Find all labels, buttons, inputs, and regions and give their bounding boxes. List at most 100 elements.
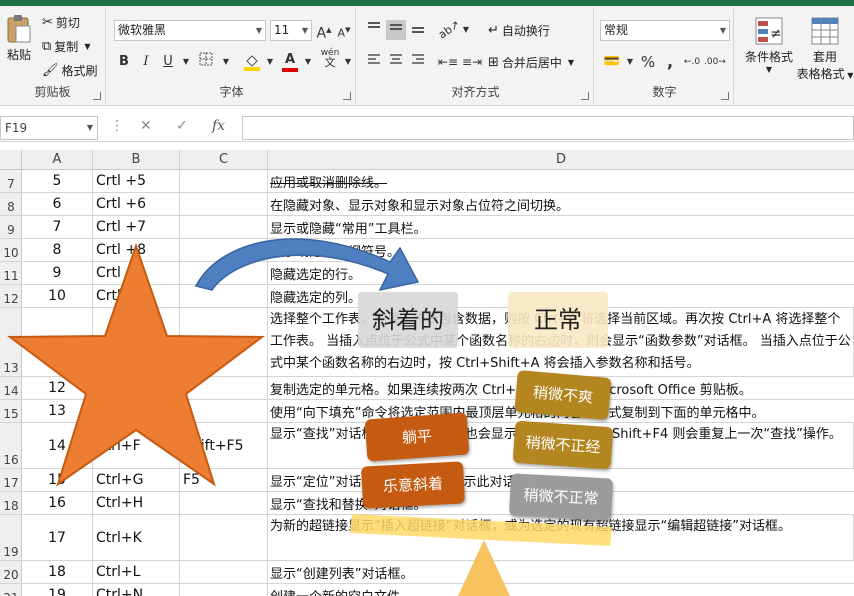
column-header-b[interactable]: B	[93, 150, 180, 170]
increase-decimal-button[interactable]: ←.0	[682, 52, 702, 72]
cell-a[interactable]: 6	[22, 193, 93, 215]
cell-b[interactable]: Crtl +7	[93, 216, 180, 238]
fill-color-dropdown-icon[interactable]: ▼	[260, 52, 280, 72]
cell-c[interactable]	[180, 216, 268, 238]
conditional-format-button[interactable]: ≠ 条件格式 ▼	[740, 16, 798, 74]
number-format-select[interactable]: 常规 ▼	[600, 20, 730, 41]
row-header[interactable]: 12	[0, 285, 22, 307]
cell-c[interactable]	[180, 515, 268, 560]
select-all-corner[interactable]	[0, 150, 22, 170]
borders-button[interactable]	[196, 52, 216, 72]
cell-a[interactable]: 13	[22, 400, 93, 422]
format-as-table-button[interactable]: 套用 表格格式 ▼	[796, 16, 854, 82]
borders-dropdown-icon[interactable]: ▼	[216, 52, 236, 72]
cell-d[interactable]: 创建一个新的空白文件。	[268, 584, 854, 596]
underline-dropdown-icon[interactable]: ▼	[176, 52, 196, 72]
font-launcher-icon[interactable]	[343, 92, 351, 100]
cell-c[interactable]: F5	[180, 469, 268, 491]
align-bottom-button[interactable]	[408, 20, 428, 40]
row-header[interactable]: 16	[0, 423, 22, 468]
cell-b[interactable]: Ctrl+K	[93, 515, 180, 560]
orientation-dropdown-icon[interactable]: ▼	[456, 20, 476, 40]
copy-button[interactable]: ⧉ 复制 ▼	[42, 38, 90, 55]
align-right-button[interactable]	[408, 52, 428, 72]
cell-b[interactable]: Crtl +5	[93, 170, 180, 192]
cell-a[interactable]: 18	[22, 561, 93, 583]
row-header[interactable]: 11	[0, 262, 22, 284]
font-size-select[interactable]: 11 ▼	[270, 20, 312, 41]
cell-d[interactable]: 显示或隐藏“常用”工具栏。	[268, 216, 854, 238]
cell-c[interactable]	[180, 377, 268, 399]
cell-a[interactable]: 8	[22, 239, 93, 261]
italic-button[interactable]: I	[136, 52, 156, 72]
cell-a[interactable]: 10	[22, 285, 93, 307]
cell-d[interactable]: 为新的超链接显示“插入超链接”对话框，或为选定的现有超链接显示“编辑超链接”对话…	[268, 515, 854, 560]
row-header[interactable]: 18	[0, 492, 22, 514]
cell-d[interactable]: 显示“查找和替换”对话框。	[268, 492, 854, 514]
cell-c[interactable]	[180, 492, 268, 514]
cell-d[interactable]: 隐藏选定的行。	[268, 262, 854, 284]
row-header[interactable]: 13	[0, 308, 22, 376]
align-middle-button[interactable]	[386, 20, 406, 40]
orientation-button[interactable]: ab↗	[436, 18, 462, 42]
cell-b[interactable]: Ctrl+L	[93, 561, 180, 583]
cell-c[interactable]	[180, 561, 268, 583]
accounting-format-button[interactable]: 💳	[602, 52, 622, 72]
cell-a[interactable]: 9	[22, 262, 93, 284]
cell-c[interactable]	[180, 193, 268, 215]
cell-d[interactable]: 复制选定的单元格。如果连续按两次 Ctrl+C，则会显示 Microsoft O…	[268, 377, 854, 399]
merge-dropdown-icon[interactable]: ▼	[568, 58, 574, 67]
cell-c[interactable]: Shift+F5	[180, 423, 268, 468]
insert-function-icon[interactable]: fx	[212, 118, 225, 134]
more-options-icon[interactable]: ⋮	[110, 118, 124, 134]
align-top-button[interactable]	[364, 20, 384, 40]
cell-b[interactable]: Ctrl+H	[93, 492, 180, 514]
cell-a[interactable]: 12	[22, 377, 93, 399]
font-color-button[interactable]: A	[280, 50, 300, 72]
accounting-dropdown-icon[interactable]: ▼	[620, 52, 640, 72]
cell-c[interactable]	[180, 239, 268, 261]
row-header[interactable]: 19	[0, 515, 22, 560]
decrease-indent-button[interactable]: ⇤≡	[438, 52, 458, 72]
cell-b[interactable]: Ctrl	[93, 308, 180, 376]
cell-b[interactable]: Ctrl+N	[93, 584, 180, 596]
row-header[interactable]: 20	[0, 561, 22, 583]
align-center-button[interactable]	[386, 52, 406, 72]
merge-center-button[interactable]: ⊞ 合并后居中 ▼	[488, 54, 574, 71]
row-header[interactable]: 15	[0, 400, 22, 422]
paste-button[interactable]: 粘贴	[4, 14, 34, 63]
name-box[interactable]: F19 ▼	[0, 116, 98, 140]
bold-button[interactable]: B	[114, 52, 134, 72]
enter-icon[interactable]: ✓	[176, 118, 188, 134]
shrink-font-button[interactable]: A▼	[334, 20, 354, 40]
cell-b[interactable]: Crtl +6	[93, 193, 180, 215]
row-header[interactable]: 9	[0, 216, 22, 238]
cell-d[interactable]: 使用“向下填充”命令将选定范围内最顶层单元格的内容和格式复制到下面的单元格中。	[268, 400, 854, 422]
cell-c[interactable]	[180, 308, 268, 376]
fill-color-button[interactable]	[242, 52, 262, 72]
cell-a[interactable]: 11	[22, 308, 93, 376]
row-header[interactable]: 7	[0, 170, 22, 192]
cell-b[interactable]: Ctrl+G	[93, 469, 180, 491]
cell-c[interactable]	[180, 584, 268, 596]
font-name-select[interactable]: 微软雅黑 ▼	[114, 20, 266, 41]
cell-c[interactable]	[180, 285, 268, 307]
column-header-d[interactable]: D	[268, 150, 854, 170]
cell-b[interactable]: Crtl +9	[93, 262, 180, 284]
cell-b[interactable]: C	[93, 400, 180, 422]
cell-a[interactable]: 7	[22, 216, 93, 238]
grow-font-button[interactable]: A▲	[314, 20, 334, 42]
cell-a[interactable]: 14	[22, 423, 93, 468]
cell-c[interactable]	[180, 262, 268, 284]
increase-indent-button[interactable]: ≡⇥	[462, 52, 482, 72]
cancel-icon[interactable]: ✕	[140, 118, 152, 134]
cut-button[interactable]: ✂ 剪切	[42, 14, 80, 31]
font-color-dropdown-icon[interactable]: ▼	[298, 52, 318, 72]
cell-a[interactable]: 15	[22, 469, 93, 491]
row-header[interactable]: 21	[0, 584, 22, 596]
cell-b[interactable]: Crtl +	[93, 285, 180, 307]
cell-d[interactable]: 隐藏选定的列。	[268, 285, 854, 307]
row-header[interactable]: 10	[0, 239, 22, 261]
cell-d[interactable]: 显示“查找”对话框。按 Shift+F5 也会显示此选项卡，而按 Shift+F…	[268, 423, 854, 468]
number-launcher-icon[interactable]	[721, 92, 729, 100]
